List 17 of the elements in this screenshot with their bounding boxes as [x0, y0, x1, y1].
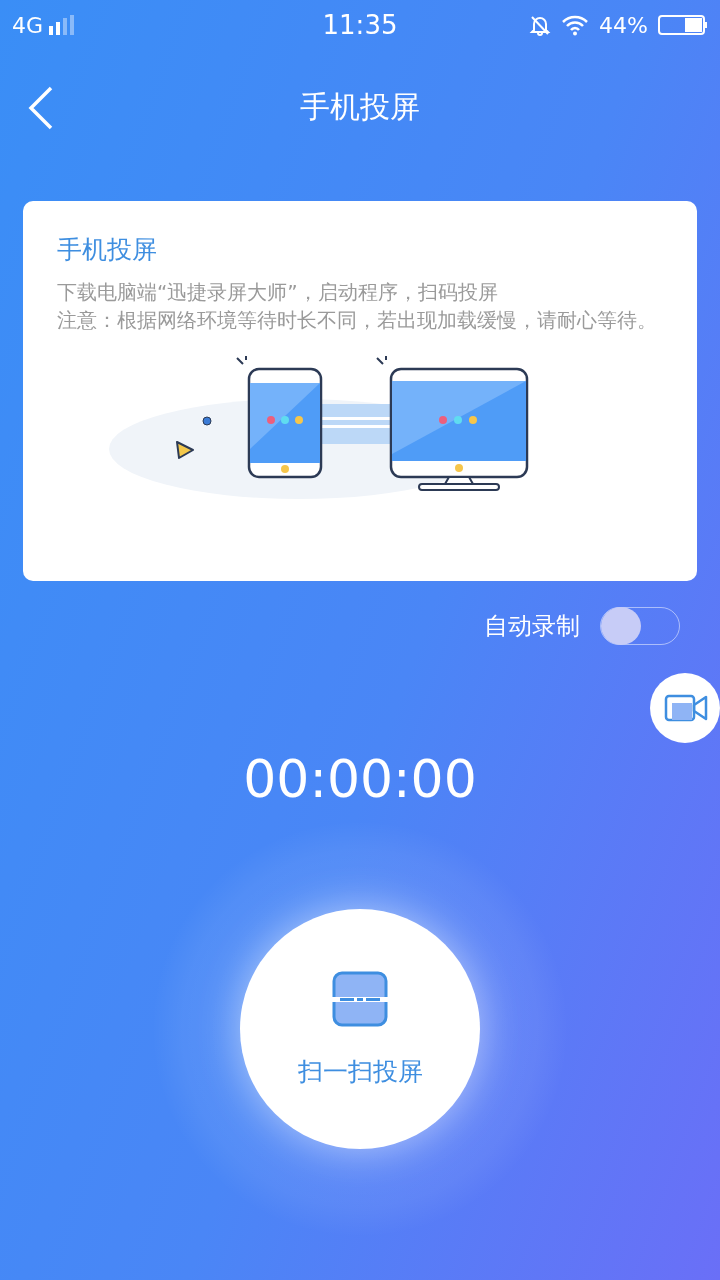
back-icon[interactable] — [28, 86, 54, 130]
instruction-text: 下载电脑端“迅捷录屏大师”，启动程序，扫码投屏 — [57, 279, 499, 306]
auto-record-label: 自动录制 — [484, 611, 580, 642]
mute-bell-icon — [529, 14, 552, 36]
scan-icon — [332, 970, 388, 1027]
status-time: 11:35 — [322, 10, 398, 40]
network-type: 4G — [12, 12, 44, 38]
instruction-text: 注意：根据网络环境等待时长不同，若出现加载缓慢，请耐心等待。 — [57, 307, 658, 334]
signal-icon — [49, 15, 76, 35]
page-title: 手机投屏 — [300, 88, 420, 126]
scan-to-cast-button[interactable]: 扫一扫投屏 — [240, 909, 480, 1149]
video-camera-button[interactable] — [650, 673, 720, 743]
wifi-icon — [561, 14, 590, 36]
battery-icon — [658, 14, 708, 36]
card-title: 手机投屏 — [57, 234, 158, 266]
recording-timer: 00:00:00 — [242, 749, 478, 809]
battery-percent: 44% — [599, 12, 648, 38]
